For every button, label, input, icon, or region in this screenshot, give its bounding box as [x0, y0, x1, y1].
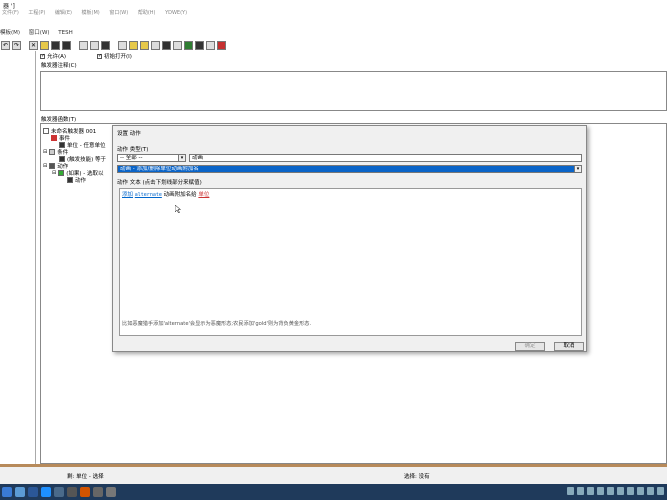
status-left: 剩: 单位 - 选择 [67, 474, 104, 480]
tray-icon[interactable] [567, 487, 574, 495]
action-search-input[interactable]: 动画 [189, 154, 582, 162]
enable-label: 允许(A) [47, 54, 67, 60]
new-folder-icon[interactable] [51, 41, 60, 50]
menu-bar: 模板(M) 窗口(W) TESH [0, 28, 667, 38]
chevron-down-icon: ▾ [178, 155, 185, 161]
action-icon[interactable] [101, 41, 110, 50]
tray-icon[interactable] [637, 487, 644, 495]
ai-icon[interactable] [184, 41, 193, 50]
start-icon[interactable] [2, 487, 12, 497]
tray-icon[interactable] [617, 487, 624, 495]
comment-label: 触发器注释(C) [41, 63, 77, 69]
if-icon [58, 170, 65, 176]
search-icon[interactable] [15, 487, 25, 497]
functions-label: 触发器函数(T) [41, 117, 77, 123]
trigger-icon[interactable] [140, 41, 149, 50]
app-icon[interactable] [54, 487, 64, 497]
tray-icon[interactable] [587, 487, 594, 495]
quit-icon[interactable] [217, 41, 226, 50]
action-text-panel: 添加 alternate 动画附加名给 单位 比如恶魔猎手添加'alternat… [119, 188, 582, 336]
worldeditor-icon[interactable] [80, 487, 90, 497]
tray-icon[interactable] [647, 487, 654, 495]
undo-icon[interactable]: ↶ [1, 41, 10, 50]
action-text-unit-link[interactable]: 单位 [198, 192, 209, 198]
hint-text: 比如恶魔猎手添加'alternate'会显示为恶魔形态;农民添加'gold'则为… [122, 321, 312, 327]
tray-icon[interactable] [657, 487, 664, 495]
taskbar [0, 484, 667, 500]
dialog-title: 设置 动作 [117, 131, 141, 137]
chevron-down-icon: ▾ [574, 166, 581, 172]
unit-icon[interactable] [129, 41, 138, 50]
menu-item-template[interactable]: 模板(M) [0, 30, 20, 36]
action-text-static: 动画附加名给 [163, 192, 197, 198]
import-icon[interactable] [195, 41, 204, 50]
tray-icon[interactable] [577, 487, 584, 495]
sound-icon[interactable] [151, 41, 160, 50]
menu-item-tesh[interactable]: TESH [58, 30, 72, 36]
task-view-icon[interactable] [28, 487, 38, 497]
explorer-icon[interactable] [67, 487, 77, 497]
app3-icon[interactable] [106, 487, 116, 497]
menu-file[interactable]: 文件(F) [2, 10, 19, 16]
tray-icon[interactable] [597, 487, 604, 495]
redo-icon[interactable]: ↷ [12, 41, 21, 50]
condition-icon[interactable] [90, 41, 99, 50]
new-trigger-icon[interactable] [40, 41, 49, 50]
menu-help[interactable]: 帮助(H) [138, 10, 156, 16]
system-tray [567, 487, 664, 495]
tree-action-sub[interactable]: 动作 [67, 176, 86, 184]
action-type-label: 动作 类型(T) [117, 147, 149, 153]
set-action-dialog: 设置 动作 动作 类型(T) -- 全部 -- ▾ 动画 动画 - 添加/删除单… [112, 125, 587, 352]
action-type-dropdown[interactable]: -- 全部 -- ▾ [117, 154, 186, 162]
action-select-dropdown[interactable]: 动画 - 添加/删除单位动画附加名 ▾ [117, 165, 582, 173]
ok-button[interactable]: 确定 [515, 342, 545, 351]
enable-checkbox[interactable]: ✓ [40, 54, 45, 59]
app2-icon[interactable] [93, 487, 103, 497]
condition-icon [49, 149, 56, 155]
tray-icon[interactable] [607, 487, 614, 495]
test-map-icon[interactable] [206, 41, 215, 50]
tray-icon[interactable] [627, 487, 634, 495]
menu-ydwe[interactable]: YDWE(Y) [165, 10, 187, 16]
trigger-icon [43, 128, 49, 134]
menu-bar-faded: 文件(F) 工程(P) 编辑(E) 模板(M) 窗口(W) 帮助(H) YDWE… [0, 9, 667, 19]
initially-on-checkbox[interactable]: ✓ [97, 54, 102, 59]
menu-window[interactable]: 窗口(W) [109, 10, 128, 16]
action-text-alternate-link[interactable]: alternate [135, 192, 162, 198]
status-bar: 剩: 单位 - 选择 选择: 没有 [0, 464, 667, 484]
flag-icon [51, 135, 57, 141]
action-text-line: 添加 alternate 动画附加名给 单位 [122, 190, 209, 198]
action-text-label: 动作 文本 (点击下划线部分来赋值) [117, 180, 202, 186]
comment-textarea[interactable] [40, 71, 667, 111]
initially-on-row: ✓ 初始打开(I) [97, 52, 132, 60]
mouse-cursor-icon [175, 205, 181, 213]
terrain-icon[interactable] [118, 41, 127, 50]
cut-icon[interactable]: ✕ [29, 41, 38, 50]
initially-on-label: 初始打开(I) [104, 54, 132, 60]
enable-row: ✓ 允许(A) [40, 52, 66, 60]
object-icon[interactable] [162, 41, 171, 50]
event-icon[interactable] [79, 41, 88, 50]
menu-project[interactable]: 工程(P) [28, 10, 45, 16]
cancel-button[interactable]: 取消 [554, 342, 584, 351]
campaign-icon[interactable] [173, 41, 182, 50]
action-text-add-link[interactable]: 添加 [122, 192, 133, 198]
toolbar: ↶ ↷ ✕ [0, 40, 667, 51]
sub-action-icon [67, 177, 73, 183]
new-var-icon[interactable] [62, 41, 71, 50]
menu-item-window[interactable]: 窗口(W) [29, 30, 50, 36]
status-right: 选择: 没有 [404, 474, 430, 480]
trigger-list-panel[interactable] [0, 51, 36, 464]
menu-edit[interactable]: 编辑(E) [55, 10, 72, 16]
edge-icon[interactable] [41, 487, 51, 497]
menu-template[interactable]: 模板(M) [82, 10, 100, 16]
